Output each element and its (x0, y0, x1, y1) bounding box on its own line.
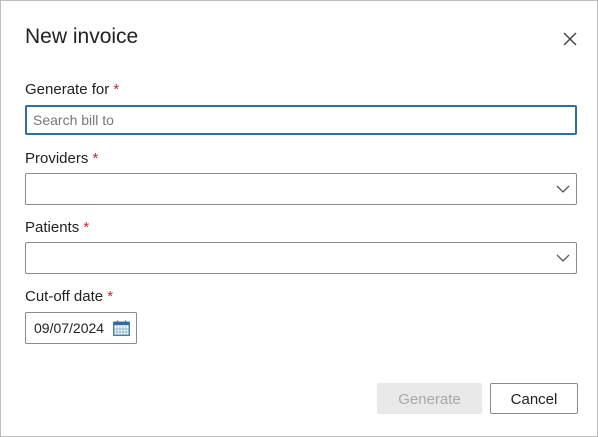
search-bill-to-input[interactable] (27, 107, 559, 133)
calendar-icon[interactable] (113, 320, 130, 336)
new-invoice-dialog: New invoice Generate for * Providers * P… (0, 0, 598, 437)
providers-label-text: Providers (25, 150, 89, 167)
dialog-title: New invoice (25, 25, 139, 48)
patients-label-text: Patients (25, 219, 80, 236)
generate-for-label-text: Generate for (25, 81, 110, 98)
close-button[interactable] (562, 31, 578, 47)
cutoff-date-value: 09/07/2024 (34, 320, 105, 336)
cutoff-date-label: Cut-off date * (25, 288, 113, 305)
patients-label: Patients * (25, 219, 89, 236)
required-mark: * (107, 288, 114, 305)
cutoff-date-input[interactable]: 09/07/2024 (25, 312, 137, 344)
chevron-down-icon (556, 254, 570, 262)
cutoff-date-label-text: Cut-off date (25, 288, 104, 305)
required-mark: * (83, 219, 90, 236)
generate-for-label: Generate for * (25, 81, 119, 98)
chevron-down-icon (556, 185, 570, 193)
generate-button[interactable]: Generate (377, 383, 482, 414)
required-mark: * (113, 81, 120, 98)
patients-select[interactable] (25, 242, 577, 274)
cancel-button[interactable]: Cancel (490, 383, 578, 414)
close-icon (563, 32, 577, 46)
providers-label: Providers * (25, 150, 98, 167)
providers-select[interactable] (25, 173, 577, 205)
required-mark: * (92, 150, 99, 167)
generate-for-field[interactable] (25, 105, 577, 135)
